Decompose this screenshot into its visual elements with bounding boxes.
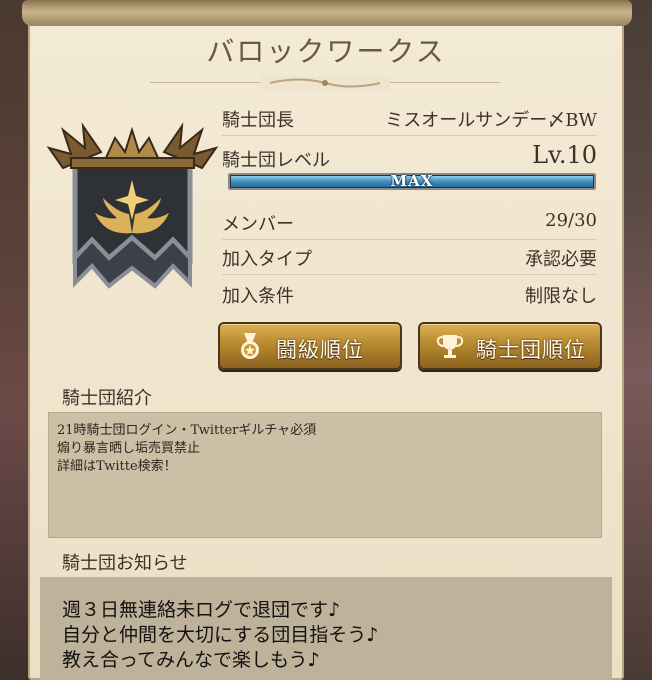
intro-line: 詳細はTwitte検索！ (57, 459, 177, 474)
members-row: メンバー 29/30 (222, 208, 597, 240)
join-type-value: 承認必要 (525, 249, 597, 270)
level-row: 騎士団レベル Lv.10 (222, 141, 597, 172)
battle-rank-label: 闘級順位 (276, 338, 364, 362)
level-max-text: MAX (390, 172, 434, 190)
title-ornament (260, 76, 390, 90)
intro-title: 騎士団紹介 (62, 388, 152, 409)
notice-textbox[interactable]: 週３日無連絡未ログで退団です♪ 自分と仲間を大切にする団目指そう♪ 教え合ってみ… (40, 577, 612, 680)
guild-name-title: バロックワークス (206, 35, 446, 68)
guild-rank-label: 騎士団順位 (476, 338, 586, 362)
notice-line: 週３日無連絡未ログで退団です♪ (62, 599, 341, 621)
guild-banner-emblem (46, 122, 219, 289)
medal-icon (241, 333, 259, 359)
join-type-label: 加入タイプ (222, 249, 312, 270)
leader-value[interactable]: ミスオールサンデー〆BW (385, 106, 597, 132)
intro-line: 煽り暴言晒し垢売買禁止 (57, 441, 201, 456)
level-value: Lv.10 (532, 141, 597, 169)
members-value: 29/30 (545, 210, 597, 231)
trophy-icon (436, 335, 464, 358)
notice-title: 騎士団お知らせ (62, 553, 188, 574)
members-label: メンバー (222, 214, 294, 235)
intro-textbox[interactable]: 21時騎士団ログイン・Twitterギルチャ必須 煽り暴言晒し垢売買禁止 詳細は… (48, 412, 602, 538)
notice-line: 自分と仲間を大切にする団目指そう♪ (62, 624, 379, 646)
join-type-row: 加入タイプ 承認必要 (222, 243, 597, 275)
leader-row: 騎士団長 ミスオールサンデー〆BW (222, 104, 597, 136)
row-divider (222, 239, 597, 240)
level-label: 騎士団レベル (222, 150, 330, 171)
guild-rank-button[interactable]: 騎士団順位 (418, 322, 602, 370)
notice-line: 教え合ってみんなで楽しもう♪ (62, 649, 320, 671)
row-divider (222, 274, 597, 275)
battle-rank-button[interactable]: 闘級順位 (218, 322, 402, 370)
level-progress-bar: MAX (228, 172, 596, 190)
leader-label: 騎士団長 (222, 110, 294, 131)
scroll-top-rod (22, 0, 632, 26)
join-condition-row: 加入条件 制限なし (222, 280, 597, 312)
join-condition-value: 制限なし (525, 286, 597, 307)
intro-line: 21時騎士団ログイン・Twitterギルチャ必須 (57, 423, 317, 438)
join-condition-label: 加入条件 (222, 286, 294, 307)
row-divider (222, 135, 597, 136)
